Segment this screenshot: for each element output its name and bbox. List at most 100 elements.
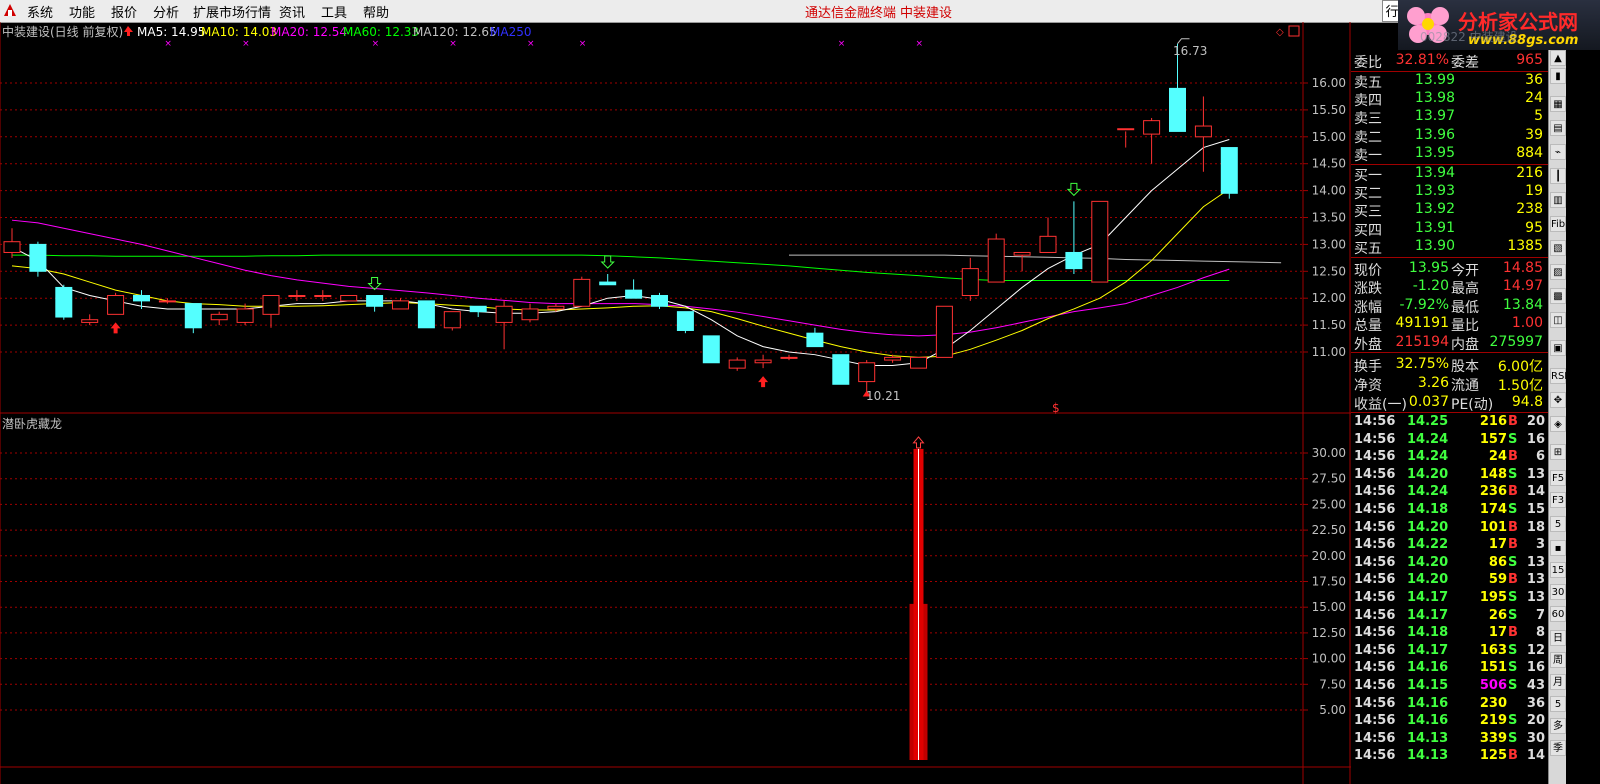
toolbar-icon[interactable]: ▣ [1550, 340, 1566, 356]
candle[interactable] [702, 335, 720, 364]
order-book-row[interactable]: 买一 13.94 216 [1351, 165, 1548, 184]
candle[interactable] [236, 303, 254, 326]
restore-icon[interactable] [1288, 25, 1300, 37]
candle[interactable] [728, 357, 746, 371]
toolbar-icon[interactable]: ▦ [1550, 96, 1566, 112]
toolbar-icon[interactable]: ▨ [1550, 264, 1566, 280]
candle[interactable] [107, 292, 125, 315]
candle[interactable] [29, 241, 47, 277]
candle[interactable] [910, 356, 927, 369]
tick-row[interactable]: 14:56 14.20 148 S 13 [1351, 467, 1548, 484]
candle[interactable] [55, 284, 73, 320]
f3-button[interactable]: F3 [1550, 492, 1566, 508]
candle[interactable] [81, 314, 99, 326]
order-book-row[interactable]: 卖一 13.95 884 [1351, 145, 1548, 164]
tick-row[interactable]: 14:56 14.20 59 B 13 [1351, 572, 1548, 589]
menu-quote[interactable]: 报价 [111, 2, 137, 21]
tick-row[interactable]: 14:56 14.18 174 S 15 [1351, 502, 1548, 519]
candle[interactable] [1220, 147, 1238, 199]
candle[interactable] [314, 290, 332, 301]
toolbar-icon[interactable]: ▥ [1550, 192, 1566, 208]
candle[interactable] [3, 228, 21, 258]
candle[interactable] [443, 311, 461, 331]
diamond-icon[interactable]: ◇ [1276, 27, 1284, 38]
candle[interactable] [599, 273, 617, 286]
candle[interactable] [987, 233, 1005, 283]
crosshair-icon[interactable]: ✥ [1550, 392, 1566, 408]
toolbar-icon[interactable]: ▧ [1550, 240, 1566, 256]
candle[interactable] [288, 290, 306, 301]
candle[interactable] [184, 303, 202, 334]
chart-line-icon[interactable]: ⌁ [1550, 144, 1566, 160]
candle[interactable] [961, 257, 979, 301]
candle[interactable] [651, 292, 668, 309]
toolbar-icon[interactable]: ◫ [1550, 312, 1566, 328]
period-month-button[interactable]: 月 [1550, 674, 1566, 690]
toolbar-icon[interactable]: 5 [1550, 696, 1566, 712]
tick-row[interactable]: 14:56 14.22 17 B 3 [1351, 537, 1548, 554]
toolbar-icon[interactable]: ◈ [1550, 416, 1566, 432]
toolbar-icon[interactable]: ▮ [1550, 68, 1566, 84]
candle[interactable] [495, 300, 513, 350]
period-15-button[interactable]: 15 [1550, 562, 1566, 578]
order-book-row[interactable]: 买五 13.90 1385 [1351, 238, 1548, 257]
tick-row[interactable]: 14:56 14.18 17 B 8 [1351, 625, 1548, 642]
tick-row[interactable]: 14:56 14.16 219 S 20 [1351, 713, 1548, 730]
candle[interactable] [676, 311, 694, 334]
rsi-button[interactable]: RSI [1550, 368, 1567, 384]
period-day-button[interactable]: 日 [1550, 630, 1566, 646]
candle[interactable] [1091, 200, 1109, 283]
candle[interactable] [262, 295, 280, 328]
tick-row[interactable]: 14:56 14.17 195 S 13 [1351, 590, 1548, 607]
order-book-row[interactable]: 买二 13.93 19 [1351, 183, 1548, 202]
candle[interactable] [935, 305, 953, 358]
period-multi-button[interactable]: 多 [1550, 718, 1566, 734]
menu-tools[interactable]: 工具 [321, 2, 347, 21]
candle[interactable] [1117, 128, 1135, 148]
fibonacci-icon[interactable]: Fib [1550, 216, 1566, 232]
tick-row[interactable]: 14:56 14.16 230 36 [1351, 696, 1548, 713]
candle[interactable] [158, 298, 176, 304]
toolbar-icon[interactable]: ▩ [1550, 288, 1566, 304]
candle[interactable] [1143, 117, 1161, 164]
candle[interactable] [521, 303, 539, 323]
period-season-button[interactable]: 季 [1550, 740, 1566, 756]
candle[interactable] [1194, 96, 1212, 172]
order-book-row[interactable]: 卖二 13.96 39 [1351, 127, 1548, 146]
tick-row[interactable]: 14:56 14.20 101 B 18 [1351, 520, 1548, 537]
candle[interactable] [832, 354, 850, 385]
candle[interactable] [754, 354, 772, 369]
tick-row[interactable]: 14:56 14.16 151 S 16 [1351, 660, 1548, 677]
tick-row[interactable]: 14:56 14.24 157 S 16 [1351, 432, 1548, 449]
price-chart[interactable]: 中装建设(日线 前复权) MA5: 14.95 MA10: 14.03 MA20… [0, 22, 1351, 784]
tick-row[interactable]: 14:56 14.24 236 B 14 [1351, 484, 1548, 501]
toolbar-icon[interactable]: ▪ [1550, 540, 1566, 556]
candle[interactable] [806, 327, 824, 348]
order-book-row[interactable]: 买四 13.91 95 [1351, 220, 1548, 239]
scroll-up-icon[interactable]: ▲ [1550, 50, 1566, 66]
menu-extended-market[interactable]: 扩展市场行情 [193, 2, 271, 21]
candle[interactable] [210, 311, 228, 326]
menu-analysis[interactable]: 分析 [153, 2, 179, 21]
tick-row[interactable]: 14:56 14.20 86 S 13 [1351, 555, 1548, 572]
tick-row[interactable]: 14:56 14.13 339 S 30 [1351, 731, 1548, 748]
f5-button[interactable]: F5 [1550, 470, 1566, 486]
candle[interactable] [780, 354, 798, 361]
candle[interactable] [417, 300, 435, 329]
period-30-button[interactable]: 30 [1550, 584, 1566, 600]
period-60-button[interactable]: 60 [1550, 606, 1566, 622]
candle[interactable] [392, 298, 409, 310]
order-book-row[interactable]: 卖五 13.99 36 [1351, 72, 1548, 91]
candle[interactable] [573, 276, 591, 307]
menu-help[interactable]: 帮助 [363, 2, 389, 21]
order-book-row[interactable]: 买三 13.92 238 [1351, 201, 1548, 220]
candle[interactable] [1013, 251, 1031, 272]
candle[interactable] [625, 279, 643, 299]
candle[interactable] [340, 295, 358, 302]
tick-row[interactable]: 14:56 14.24 24 B 6 [1351, 449, 1548, 466]
toolbar-icon[interactable]: ⊞ [1550, 444, 1566, 460]
menu-function[interactable]: 功能 [69, 2, 95, 21]
period-5-button[interactable]: 5 [1550, 516, 1566, 532]
candle[interactable] [1065, 201, 1083, 274]
candle[interactable] [133, 290, 150, 309]
